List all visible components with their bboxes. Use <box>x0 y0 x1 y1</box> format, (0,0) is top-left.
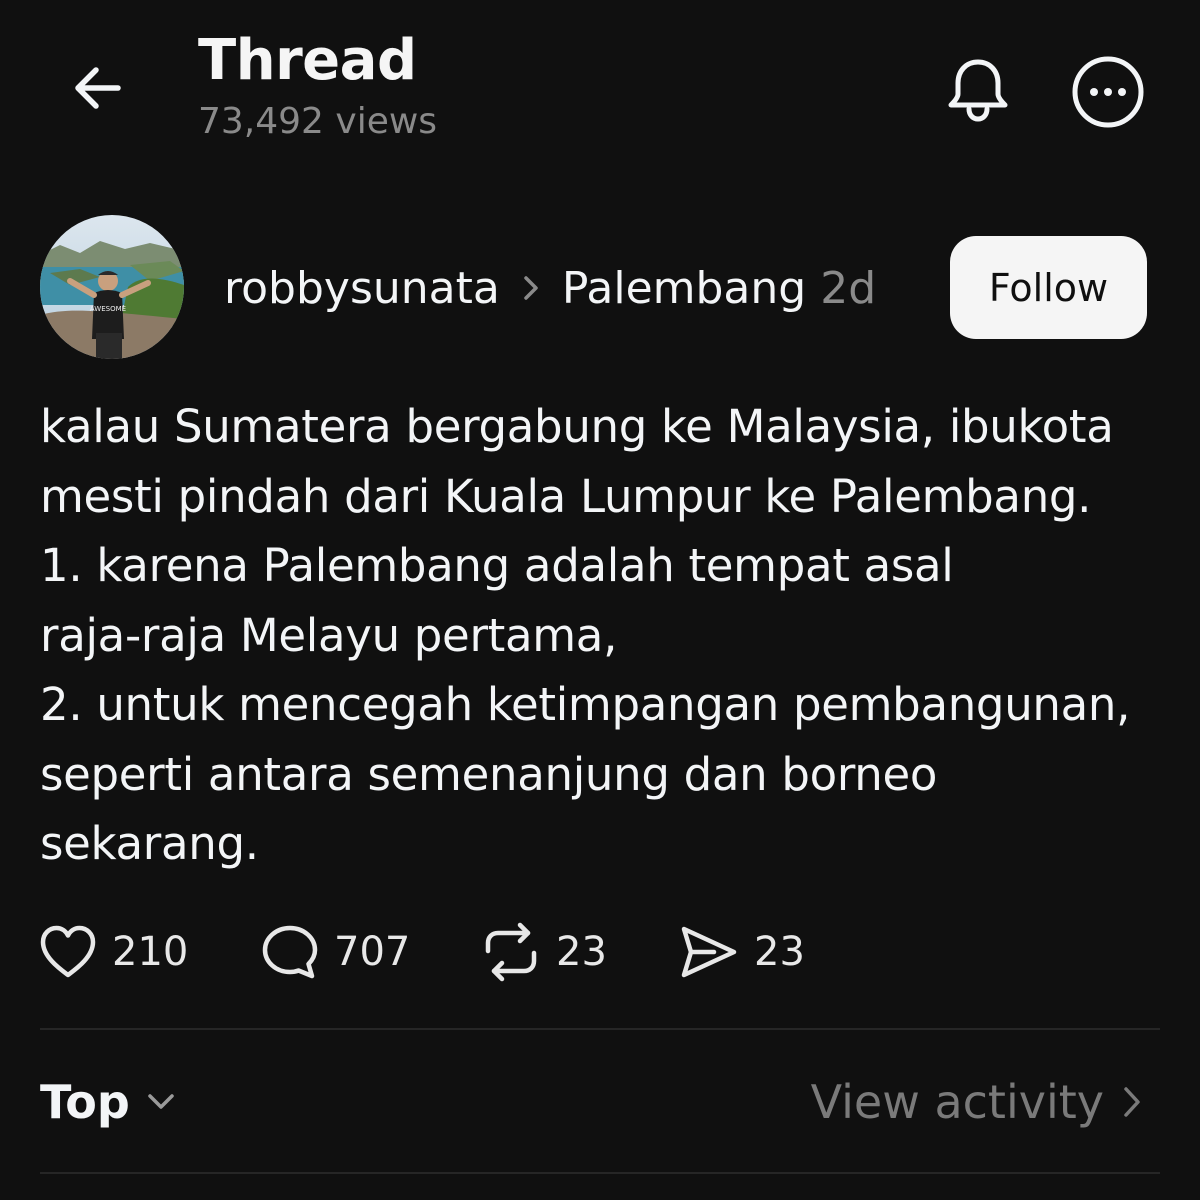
notifications-button[interactable] <box>938 50 1018 130</box>
send-icon <box>681 926 737 978</box>
repost-button[interactable]: 23 <box>480 912 607 992</box>
post-text-line: kalau Sumatera bergabung ke Malaysia, ib… <box>40 400 1114 453</box>
view-count: 73,492 views <box>198 101 438 142</box>
post-text-line: mesti pindah dari Kuala Lumpur ke Palemb… <box>40 469 1092 523</box>
post-text-line: 2. untuk mencegah ketimpangan pembanguna… <box>40 678 1131 731</box>
author-line: robbysunata Palembang 2d <box>224 258 876 318</box>
more-icon <box>1072 56 1144 128</box>
profile-photo: AWESOME <box>40 215 184 359</box>
chevron-down-icon <box>146 1092 176 1112</box>
post-text: kalau Sumatera bergabung ke Malaysia, ib… <box>40 392 1160 879</box>
like-count: 210 <box>112 929 189 975</box>
repost-count: 23 <box>556 929 607 975</box>
back-arrow-icon <box>75 67 121 109</box>
like-button[interactable]: 210 <box>38 912 188 992</box>
share-count: 23 <box>754 929 805 975</box>
username[interactable]: robbysunata <box>224 263 500 314</box>
repost-icon <box>485 922 537 982</box>
post-text-line: 1. karena Palembang adalah tempat asal <box>40 539 954 592</box>
divider <box>40 1028 1160 1030</box>
avatar[interactable]: AWESOME <box>40 215 184 359</box>
back-button[interactable] <box>62 52 134 124</box>
sort-label: Top <box>40 1075 130 1129</box>
page-title: Thread <box>198 28 417 93</box>
more-options-button[interactable] <box>1068 52 1148 132</box>
post-text-line: raja-raja Melayu pertama, <box>40 608 618 662</box>
svg-text:AWESOME: AWESOME <box>90 305 126 313</box>
chevron-right-icon <box>1122 1085 1142 1119</box>
post-timestamp: 2d <box>820 262 877 314</box>
follow-button[interactable]: Follow <box>950 236 1147 339</box>
share-button[interactable]: 23 <box>678 912 805 992</box>
comment-icon <box>262 925 318 979</box>
reply-count: 707 <box>334 929 411 975</box>
post-text-line: seperti antara semenanjung dan borneo <box>40 747 938 801</box>
divider <box>40 1172 1160 1174</box>
sort-dropdown[interactable]: Top <box>40 1072 176 1132</box>
view-activity-label: View activity <box>810 1075 1104 1129</box>
view-activity-link[interactable]: View activity <box>811 1072 1142 1132</box>
top-bar: Thread 73,492 views <box>0 0 1200 170</box>
post-actions: 210 707 23 23 <box>0 912 1200 992</box>
reply-button[interactable]: 707 <box>260 912 410 992</box>
bell-icon <box>948 59 1008 122</box>
heart-icon <box>40 925 96 978</box>
topic-tag[interactable]: Palembang <box>562 263 806 314</box>
chevron-right-icon <box>522 274 540 302</box>
post-text-line: sekarang. <box>40 817 259 870</box>
